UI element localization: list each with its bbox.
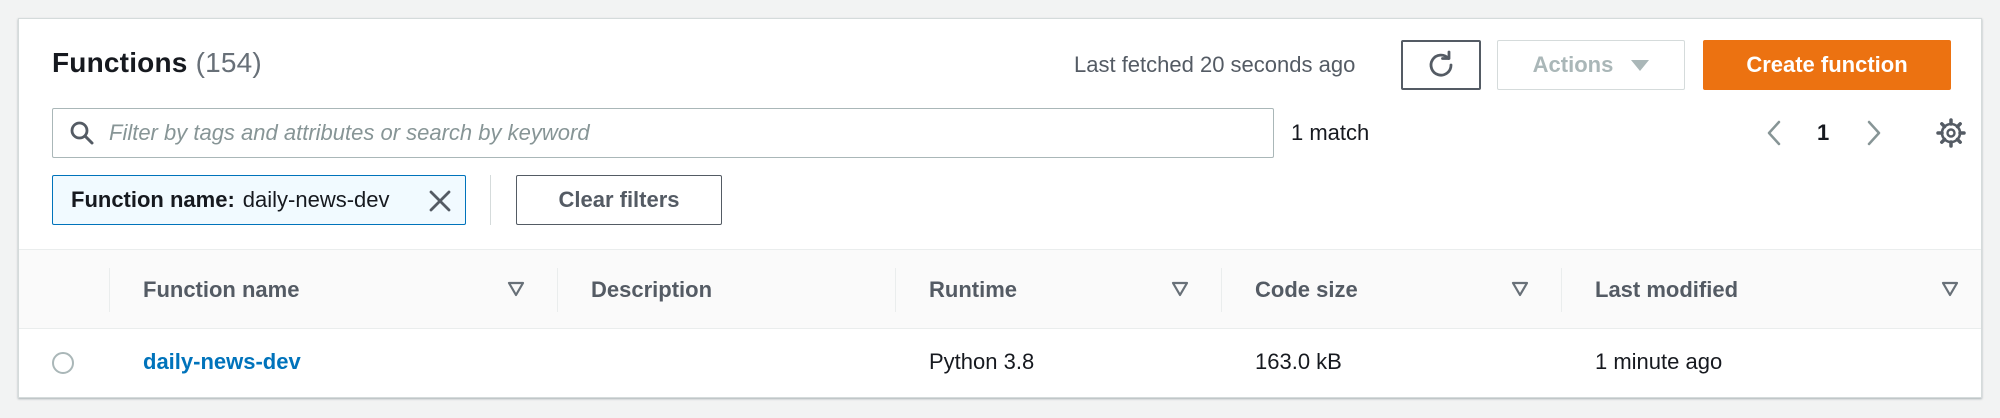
function-name-link[interactable]: daily-news-dev	[143, 349, 301, 375]
runtime-cell: Python 3.8	[929, 349, 1035, 374]
code-size-cell: 163.0 kB	[1255, 349, 1342, 374]
sort-icon[interactable]	[507, 281, 525, 297]
last-modified-cell: 1 minute ago	[1595, 349, 1723, 374]
filter-token-value: daily-news-dev	[242, 187, 390, 212]
sort-icon[interactable]	[1171, 281, 1189, 297]
sort-icon[interactable]	[1941, 281, 1959, 297]
page-title: Functions (154)	[52, 47, 262, 79]
match-count: 1 match	[1291, 120, 1370, 145]
last-fetched-status: Last fetched 20 seconds ago	[1074, 52, 1356, 77]
search-icon	[70, 121, 94, 145]
table-header: Function name Description Runtime Code s…	[19, 249, 1981, 329]
search-input[interactable]	[109, 120, 1273, 146]
chevron-left-icon[interactable]	[1761, 119, 1789, 147]
gear-icon[interactable]	[1935, 117, 1967, 149]
page-title-text: Functions	[52, 47, 188, 78]
column-header-runtime[interactable]: Runtime	[929, 250, 1017, 330]
function-count: (154)	[195, 47, 262, 78]
column-header-description: Description	[591, 277, 713, 302]
column-divider	[895, 268, 896, 312]
table-row: daily-news-dev Python 3.8 163.0 kB 1 min…	[19, 329, 1981, 397]
column-divider	[1221, 268, 1222, 312]
column-header-code-size[interactable]: Code size	[1255, 250, 1358, 330]
functions-panel: Functions (154) Last fetched 20 seconds …	[18, 18, 1982, 398]
actions-label: Actions	[1532, 52, 1614, 77]
column-divider	[109, 268, 110, 312]
chevron-right-icon[interactable]	[1859, 119, 1887, 147]
refresh-icon	[1429, 50, 1453, 77]
clear-filters-button[interactable]: Clear filters	[516, 175, 722, 225]
current-page-number[interactable]: 1	[1817, 120, 1829, 146]
column-header-function-name[interactable]: Function name	[143, 250, 299, 330]
column-divider	[1561, 268, 1562, 312]
filter-token-key: Function name:	[71, 187, 235, 212]
actions-dropdown[interactable]: Actions	[1497, 40, 1685, 90]
row-select-radio[interactable]	[52, 352, 74, 374]
column-header-last-modified[interactable]: Last modified	[1595, 250, 1738, 330]
filter-divider	[490, 175, 491, 225]
close-icon[interactable]	[427, 188, 453, 214]
column-divider	[557, 268, 558, 312]
filter-search-field[interactable]	[52, 108, 1274, 158]
caret-down-icon	[1631, 59, 1650, 71]
sort-icon[interactable]	[1511, 281, 1529, 297]
refresh-button[interactable]	[1401, 40, 1481, 90]
create-function-button[interactable]: Create function	[1703, 40, 1951, 90]
filter-token: Function name: daily-news-dev	[52, 175, 466, 225]
